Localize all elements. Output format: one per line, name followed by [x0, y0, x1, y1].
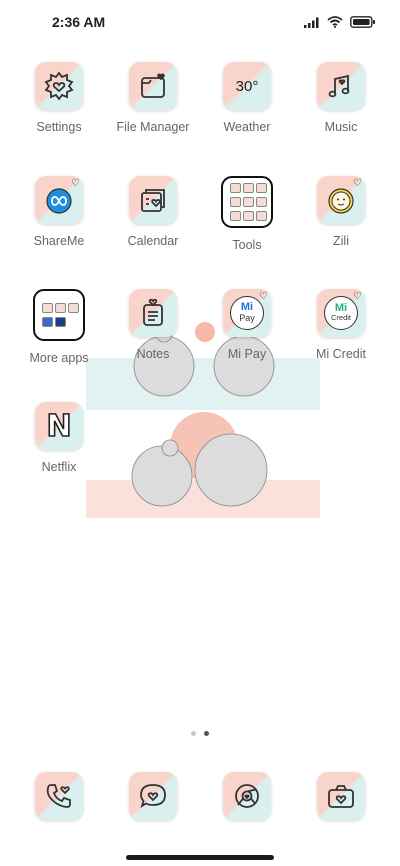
app-label: Zili: [333, 234, 349, 248]
phone-icon: [35, 772, 83, 820]
app-netflix[interactable]: N Netflix: [14, 402, 104, 474]
dock-browser[interactable]: [202, 772, 292, 820]
gear-icon: [35, 62, 83, 110]
browser-icon: [223, 772, 271, 820]
mi-credit-icon: Mi Credit ♡: [317, 289, 365, 337]
app-label: Tools: [232, 238, 262, 252]
app-label: File Manager: [116, 120, 190, 134]
heart-badge-icon: ♡: [259, 291, 268, 302]
home-gesture-bar[interactable]: [126, 855, 274, 860]
app-mi-credit[interactable]: Mi Credit ♡ Mi Credit: [296, 289, 386, 361]
page-indicator[interactable]: [0, 731, 400, 736]
camera-icon: [317, 772, 365, 820]
status-time: 2:36 AM: [52, 14, 106, 30]
app-weather[interactable]: 30° Weather: [202, 62, 292, 134]
app-label: Notes: [136, 347, 170, 361]
app-label: Mi Pay: [227, 347, 267, 361]
zili-face-icon: ♡: [317, 176, 365, 224]
app-label: Weather: [223, 120, 271, 134]
heart-badge-icon: ♡: [71, 178, 80, 189]
app-mi-pay[interactable]: Mi Pay ♡ Mi Pay: [202, 289, 292, 361]
weather-temp: 30°: [235, 77, 259, 95]
app-file-manager[interactable]: File Manager: [108, 62, 198, 134]
app-label: More apps: [29, 351, 89, 365]
page-dot-2-active[interactable]: [204, 731, 209, 736]
netflix-letter: N: [46, 408, 73, 445]
weather-icon: 30°: [223, 62, 271, 110]
infinity-icon: ♡: [35, 176, 83, 224]
app-label: Mi Credit: [315, 347, 366, 361]
heart-badge-icon: ♡: [353, 178, 362, 189]
mi-pay-icon: Mi Pay ♡: [223, 289, 271, 337]
app-label: Calendar: [127, 234, 179, 248]
tools-folder-icon: [221, 176, 273, 228]
status-bar: 2:36 AM: [0, 0, 400, 44]
app-more-apps-folder[interactable]: More apps: [14, 289, 104, 365]
dock-messages[interactable]: [108, 772, 198, 820]
music-note-icon: [317, 62, 365, 110]
app-zili[interactable]: ♡ Zili: [296, 176, 386, 248]
mi-pay-text-pay: Pay: [239, 313, 255, 323]
signal-icon: [304, 15, 320, 33]
heart-badge-icon: ♡: [353, 291, 362, 302]
mi-credit-text-mi: Mi: [334, 302, 348, 314]
app-music[interactable]: Music: [296, 62, 386, 134]
app-shareme[interactable]: ♡ ShareMe: [14, 176, 104, 248]
page-dot-1[interactable]: [191, 731, 196, 736]
mi-pay-text-mi: Mi: [240, 301, 254, 313]
calendar-icon: [129, 176, 177, 224]
netflix-icon: N: [35, 402, 83, 450]
dock-camera[interactable]: [296, 772, 386, 820]
app-tools-folder[interactable]: Tools: [202, 176, 292, 252]
app-notes[interactable]: Notes: [108, 289, 198, 361]
messages-icon: [129, 772, 177, 820]
app-settings[interactable]: Settings: [14, 62, 104, 134]
wifi-icon: [327, 15, 343, 33]
app-calendar[interactable]: Calendar: [108, 176, 198, 248]
more-apps-folder-icon: [33, 289, 85, 341]
dock-phone[interactable]: [14, 772, 104, 820]
mi-credit-text-credit: Credit: [330, 313, 351, 322]
battery-icon: [350, 15, 376, 33]
app-label: Netflix: [41, 460, 77, 474]
app-label: Music: [324, 120, 358, 134]
app-label: Settings: [36, 120, 82, 134]
folder-icon: [129, 62, 177, 110]
app-label: ShareMe: [33, 234, 85, 248]
notes-icon: [129, 289, 177, 337]
